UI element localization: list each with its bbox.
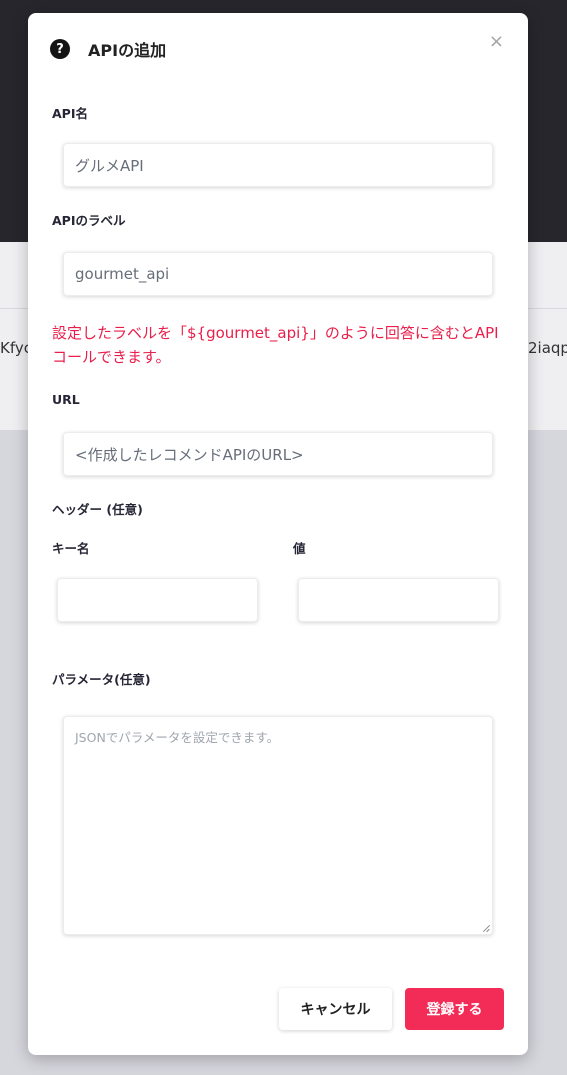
api-name-input[interactable]: グルメAPI: [63, 143, 493, 187]
header-value-input[interactable]: [298, 578, 499, 622]
header-key-label: キー名: [52, 541, 90, 556]
close-icon[interactable]: ×: [489, 31, 504, 52]
help-icon[interactable]: ?: [50, 39, 70, 59]
label-usage-warning: 設定したラベルを「${gourmet_api}」のように回答に含むとAPIコール…: [52, 324, 499, 366]
resize-grip-icon[interactable]: [482, 924, 490, 932]
headers-label: ヘッダー (任意): [52, 502, 143, 517]
header-value-label: 値: [293, 541, 306, 556]
api-label-input[interactable]: gourmet_api: [63, 252, 493, 296]
modal-header: ? APIの追加: [50, 37, 166, 61]
header-key-input[interactable]: [57, 578, 258, 622]
modal-title: APIの追加: [88, 41, 167, 60]
url-label: URL: [52, 392, 80, 407]
url-input[interactable]: <作成したレコメンドAPIのURL>: [63, 432, 493, 476]
cancel-button[interactable]: キャンセル: [279, 988, 392, 1030]
api-label-label: APIのラベル: [52, 213, 126, 228]
add-api-modal: ? APIの追加 × API名 グルメAPI APIのラベル gourmet_a…: [28, 13, 528, 1055]
backdrop-text-right: 2iaqp: [528, 339, 567, 357]
params-placeholder: JSONでパラメータを設定できます。: [75, 730, 280, 745]
params-textarea[interactable]: JSONでパラメータを設定できます。: [63, 716, 493, 935]
api-name-label: API名: [52, 106, 88, 121]
params-label: パラメータ(任意): [52, 672, 151, 687]
submit-button[interactable]: 登録する: [405, 988, 504, 1030]
